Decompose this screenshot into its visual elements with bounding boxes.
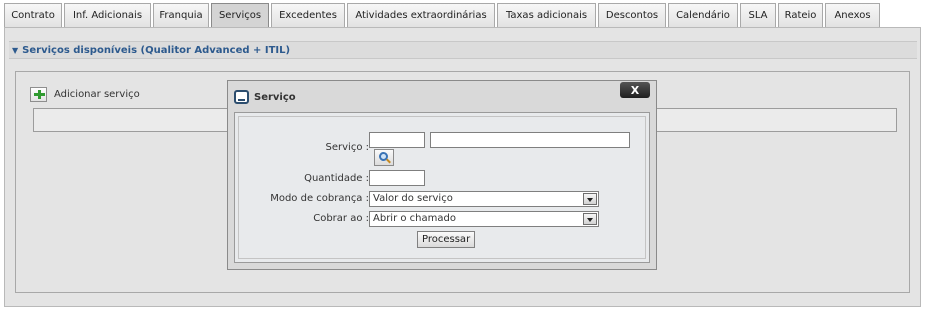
- tab-rateio[interactable]: Rateio: [778, 3, 823, 27]
- process-button[interactable]: Processar: [417, 231, 476, 248]
- tab-descontos[interactable]: Descontos: [598, 3, 666, 27]
- tab-calendario[interactable]: Calendário: [668, 3, 738, 27]
- tab-sla[interactable]: SLA: [740, 3, 776, 27]
- dialog-body: Serviço : Quantidade : Modo de cobrança …: [234, 112, 650, 263]
- add-service-button[interactable]: Adicionar serviço: [30, 87, 140, 102]
- quantidade-input[interactable]: [369, 170, 425, 186]
- servico-label: Serviço :: [325, 142, 369, 153]
- cobrar-ao-select[interactable]: Abrir o chamado: [369, 211, 599, 227]
- servico-name-input[interactable]: [430, 132, 630, 148]
- dialog-title-text: Serviço: [254, 91, 296, 103]
- tab-anexos[interactable]: Anexos: [825, 3, 880, 27]
- chevron-down-icon[interactable]: [583, 193, 597, 205]
- tab-inf-adicionais[interactable]: Inf. Adicionais: [64, 3, 151, 27]
- tab-franquia[interactable]: Franquia: [153, 3, 209, 27]
- modo-cobranca-value: Valor do serviço: [373, 193, 453, 204]
- caret-down-icon[interactable]: ▼: [12, 46, 18, 55]
- tab-contrato[interactable]: Contrato: [4, 3, 62, 27]
- dialog-form: Serviço : Quantidade : Modo de cobrança …: [238, 116, 646, 259]
- modo-cobranca-label: Modo de cobrança :: [270, 193, 369, 204]
- tab-taxas-adicionais[interactable]: Taxas adicionais: [497, 3, 596, 27]
- tab-atividades-extraordinarias[interactable]: Atividades extraordinárias: [347, 3, 495, 27]
- cobrar-ao-label: Cobrar ao :: [313, 213, 369, 224]
- dialog-title: Serviço: [234, 90, 296, 104]
- add-service-label[interactable]: Adicionar serviço: [54, 89, 140, 100]
- chat-bubble-icon: [234, 90, 249, 104]
- close-icon[interactable]: X: [631, 84, 639, 97]
- modo-cobranca-select[interactable]: Valor do serviço: [369, 191, 599, 207]
- lookup-button[interactable]: [374, 149, 394, 166]
- close-button[interactable]: X: [620, 82, 650, 98]
- cobrar-ao-value: Abrir o chamado: [373, 213, 456, 224]
- section-header[interactable]: ▼ Serviços disponíveis (Qualitor Advance…: [9, 41, 917, 59]
- tab-excedentes[interactable]: Excedentes: [271, 3, 345, 27]
- quantidade-label: Quantidade :: [304, 173, 369, 184]
- section-title: Serviços disponíveis (Qualitor Advanced …: [22, 44, 291, 56]
- servico-code-input[interactable]: [369, 132, 425, 148]
- plus-icon[interactable]: [30, 87, 47, 102]
- chevron-down-icon[interactable]: [583, 213, 597, 225]
- tab-bar: Contrato Inf. Adicionais Franquia Serviç…: [4, 3, 882, 27]
- tab-servicos[interactable]: Serviços: [211, 3, 269, 27]
- service-dialog: Serviço X Serviço : Quantidade : Modo de…: [227, 80, 657, 270]
